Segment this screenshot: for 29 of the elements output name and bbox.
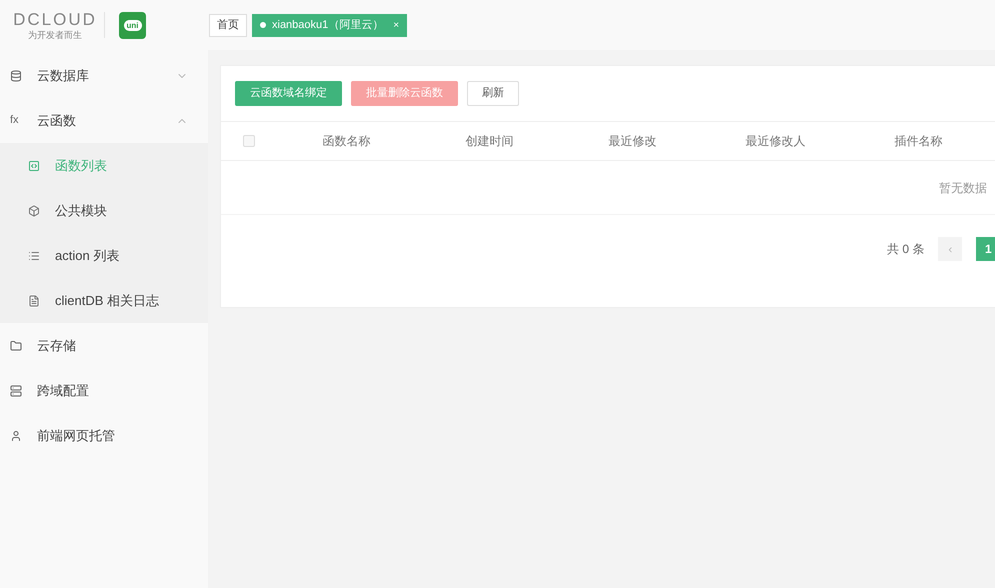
submenu-item[interactable]: 公共模块 (0, 188, 208, 233)
sidebar-item[interactable]: 跨域配置 (0, 368, 208, 413)
column-header: 函数名称 (322, 133, 370, 150)
fx-icon: fx (10, 115, 22, 126)
submenu-item[interactable]: clientDB 相关日志 (0, 278, 208, 323)
submenu-item[interactable]: action 列表 (0, 233, 208, 278)
column-header: 最近修改人 (746, 133, 806, 150)
select-all-checkbox[interactable] (243, 135, 255, 147)
column-header: 创建时间 (466, 133, 514, 150)
page-tab[interactable]: 首页 (209, 14, 247, 36)
sidebar-item[interactable]: fx 云函数 (0, 98, 208, 143)
logo-text: DCLOUD (13, 10, 97, 28)
app-logo: uni (119, 12, 146, 38)
code-square-icon (28, 160, 40, 172)
total-count: 共 0 条 (887, 241, 924, 258)
server-icon (10, 384, 22, 396)
logo-slogan: 为开发者而生 (28, 30, 82, 40)
database-icon (10, 70, 22, 82)
cube-icon (28, 204, 40, 216)
toolbar-button[interactable]: 刷新 (467, 81, 519, 106)
column-header: 插件名称 (894, 133, 942, 150)
sidebar-item[interactable]: 前端网页托管 (0, 413, 208, 458)
sidebar-item[interactable]: 云数据库 (0, 53, 208, 98)
empty-text: 暂无数据 (939, 180, 987, 196)
document-icon (28, 294, 40, 306)
folder-icon (10, 340, 22, 352)
column-header: 最近修改 (608, 133, 656, 150)
person-icon (10, 430, 22, 442)
sidebar-item[interactable]: 云存储 (0, 323, 208, 368)
